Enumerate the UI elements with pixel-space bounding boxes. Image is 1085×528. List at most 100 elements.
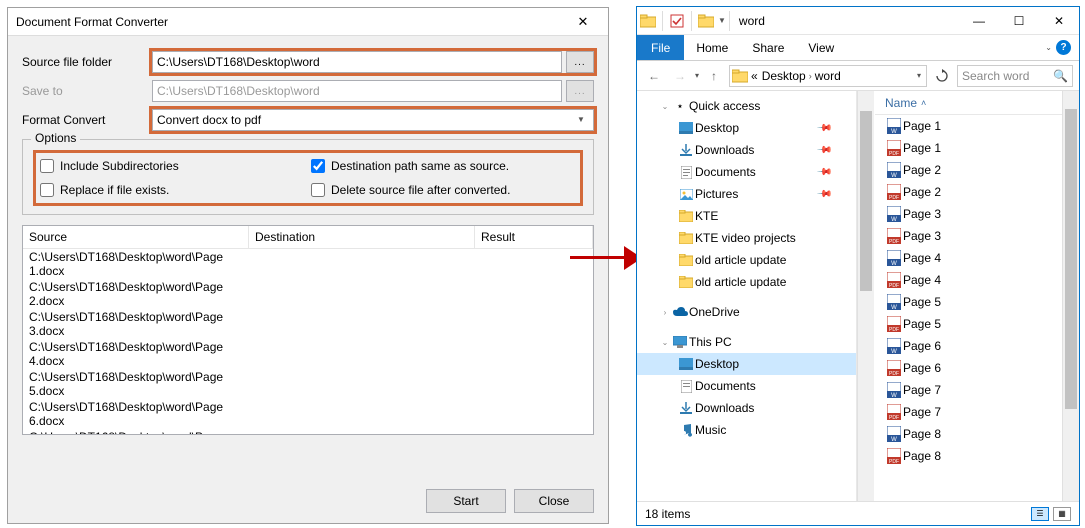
nav-pc-music[interactable]: Music (695, 423, 726, 437)
file-item[interactable]: PDFPage 1 (875, 137, 1062, 159)
pin-icon: 📌 (815, 186, 832, 203)
svg-text:W: W (891, 393, 897, 398)
up-button[interactable]: ↑ (703, 65, 725, 87)
nav-pc-downloads[interactable]: Downloads (695, 401, 754, 415)
close-icon[interactable]: ✕ (566, 12, 600, 32)
expand-ribbon-icon[interactable]: ⌄ (1045, 43, 1052, 52)
check-icon[interactable] (666, 14, 688, 28)
nav-desktop[interactable]: Desktop (695, 121, 739, 135)
nav-tree[interactable]: ⌄⋆Quick access Desktop📌 Downloads📌 Docum… (637, 91, 857, 501)
svg-text:PDF: PDF (889, 459, 899, 464)
nav-pc-documents[interactable]: Documents (695, 379, 756, 393)
svg-text:W: W (891, 305, 897, 310)
nav-old-article-1[interactable]: old article update (695, 253, 786, 267)
file-item[interactable]: PDFPage 2 (875, 181, 1062, 203)
file-item[interactable]: WPage 2 (875, 159, 1062, 181)
nav-this-pc[interactable]: This PC (689, 335, 732, 349)
tab-share[interactable]: Share (740, 35, 796, 60)
nav-quick-access[interactable]: Quick access (689, 99, 760, 113)
svg-text:W: W (891, 217, 897, 222)
file-item[interactable]: WPage 4 (875, 247, 1062, 269)
file-item[interactable]: PDFPage 8 (875, 445, 1062, 467)
saveto-input[interactable]: C:\Users\DT168\Desktop\word (152, 80, 562, 102)
file-pane[interactable]: Name˄ WPage 1PDFPage 1WPage 2PDFPage 2WP… (875, 91, 1062, 501)
file-item[interactable]: PDFPage 7 (875, 401, 1062, 423)
nav-scrollbar[interactable] (857, 91, 874, 501)
nav-downloads[interactable]: Downloads (695, 143, 754, 157)
file-item[interactable]: PDFPage 6 (875, 357, 1062, 379)
nav-old-article-2[interactable]: old article update (695, 275, 786, 289)
browse-source-button[interactable]: ... (566, 51, 594, 73)
forward-button[interactable]: → (669, 65, 691, 87)
file-item[interactable]: PDFPage 4 (875, 269, 1062, 291)
nav-kte-video[interactable]: KTE video projects (695, 231, 796, 245)
pdf-icon: PDF (885, 316, 903, 332)
list-item[interactable]: C:\Users\DT168\Desktop\word\Page 2.docx (23, 279, 593, 309)
file-item[interactable]: PDFPage 5 (875, 313, 1062, 335)
nav-onedrive[interactable]: OneDrive (689, 305, 740, 319)
folder-icon (677, 232, 695, 244)
breadcrumb[interactable]: « Desktop› word ▾ (729, 65, 927, 87)
start-button[interactable]: Start (426, 489, 506, 513)
column-header-name[interactable]: Name˄ (875, 91, 1062, 115)
file-item[interactable]: WPage 5 (875, 291, 1062, 313)
maximize-button[interactable]: ☐ (999, 7, 1039, 35)
help-icon[interactable]: ? (1056, 40, 1071, 55)
col-source[interactable]: Source (23, 226, 249, 248)
replace-checkbox[interactable]: Replace if file exists. (40, 183, 305, 197)
list-item[interactable]: C:\Users\DT168\Desktop\word\Page 5.docx (23, 369, 593, 399)
folder-small-icon[interactable] (695, 14, 717, 28)
document-icon (677, 380, 695, 393)
include-sub-checkbox[interactable]: Include Subdirectories (40, 159, 305, 173)
explorer-window: ▼ word — ☐ ✕ File Home Share View ⌄ ? ← … (636, 6, 1080, 526)
source-input[interactable]: C:\Users\DT168\Desktop\word (152, 51, 562, 73)
nav-documents[interactable]: Documents (695, 165, 756, 179)
back-button[interactable]: ← (643, 65, 665, 87)
options-group: Options Include Subdirectories Destinati… (22, 139, 594, 215)
details-view-button[interactable]: ☰ (1031, 507, 1049, 521)
col-destination[interactable]: Destination (249, 226, 475, 248)
svg-text:PDF: PDF (889, 327, 899, 332)
svg-text:PDF: PDF (889, 415, 899, 420)
list-item[interactable]: C:\Users\DT168\Desktop\word\Page 3.docx (23, 309, 593, 339)
dest-same-checkbox[interactable]: Destination path same as source. (311, 159, 576, 173)
file-item[interactable]: WPage 1 (875, 115, 1062, 137)
docx-icon: W (885, 118, 903, 134)
window-title: word (739, 14, 765, 28)
delete-checkbox[interactable]: Delete source file after converted. (311, 183, 576, 197)
status-bar: 18 items ☰ ▦ (637, 501, 1079, 525)
nav-pictures[interactable]: Pictures (695, 187, 738, 201)
list-item[interactable]: C:\Users\DT168\Desktop\word\Page 6.docx (23, 399, 593, 429)
list-item[interactable]: C:\Users\DT168\Desktop\word\Page 4.docx (23, 339, 593, 369)
icons-view-button[interactable]: ▦ (1053, 507, 1071, 521)
list-item[interactable]: C:\Users\DT168\Desktop\word\Page 1.docx (23, 249, 593, 279)
format-combobox[interactable]: Convert docx to pdf ▼ (152, 109, 594, 131)
file-list[interactable]: Source Destination Result C:\Users\DT168… (22, 225, 594, 435)
tab-view[interactable]: View (796, 35, 846, 60)
file-item[interactable]: PDFPage 3 (875, 225, 1062, 247)
file-item[interactable]: WPage 7 (875, 379, 1062, 401)
list-item[interactable]: C:\Users\DT168\Desktop\word\Page 7.docx (23, 429, 593, 435)
chevron-down-icon[interactable]: ▼ (718, 16, 726, 25)
nav-kte[interactable]: KTE (695, 209, 718, 223)
file-item[interactable]: WPage 6 (875, 335, 1062, 357)
minimize-button[interactable]: — (959, 7, 999, 35)
document-icon (677, 166, 695, 179)
file-item[interactable]: WPage 8 (875, 423, 1062, 445)
close-button[interactable]: Close (514, 489, 594, 513)
file-item[interactable]: WPage 3 (875, 203, 1062, 225)
history-dropdown-icon[interactable]: ▾ (695, 71, 699, 80)
tab-file[interactable]: File (637, 35, 684, 60)
desktop-icon (677, 358, 695, 370)
pdf-icon: PDF (885, 184, 903, 200)
nav-pc-desktop[interactable]: Desktop (695, 357, 739, 371)
list-header: Source Destination Result (23, 226, 593, 249)
tab-home[interactable]: Home (684, 35, 740, 60)
close-window-button[interactable]: ✕ (1039, 7, 1079, 35)
browse-saveto-button[interactable]: ... (566, 80, 594, 102)
download-icon (677, 402, 695, 414)
svg-text:PDF: PDF (889, 151, 899, 156)
refresh-button[interactable] (931, 65, 953, 87)
files-scrollbar[interactable] (1062, 91, 1079, 501)
search-input[interactable]: Search word 🔍 (957, 65, 1073, 87)
